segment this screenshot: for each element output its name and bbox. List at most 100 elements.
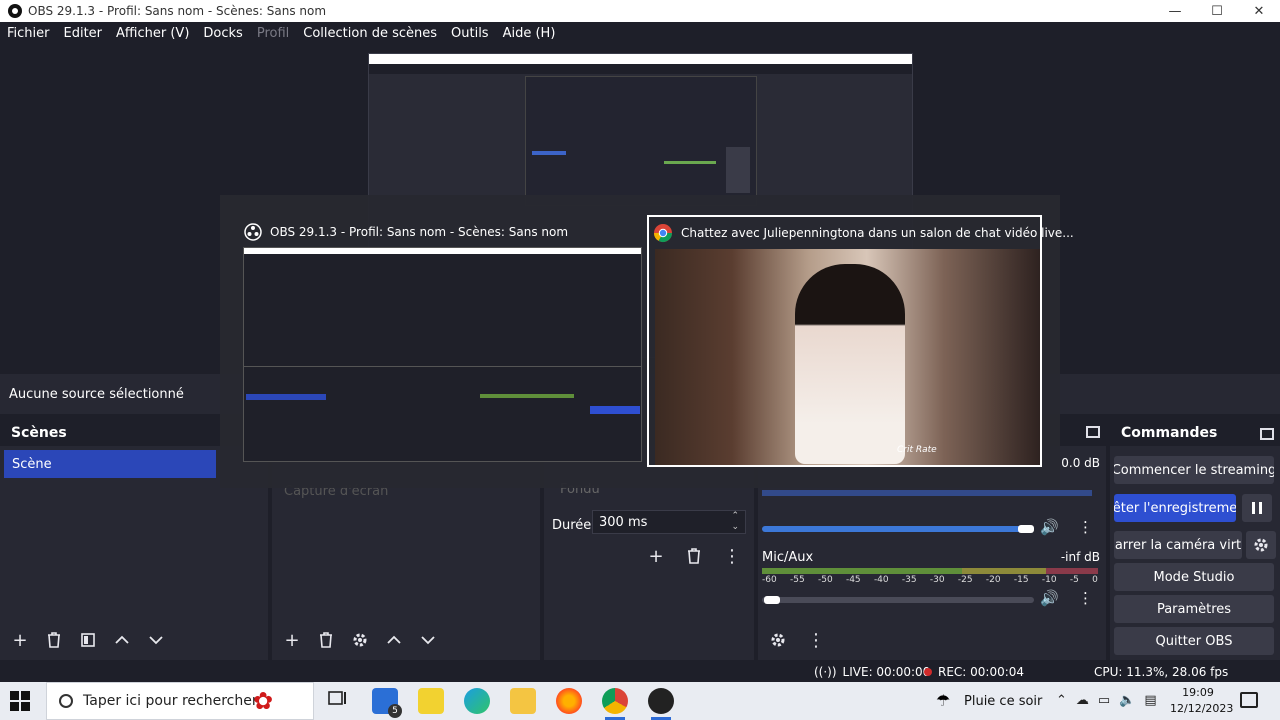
track2-volume-handle[interactable] [764,596,780,604]
menu-outils[interactable]: Outils [444,26,496,41]
track1-speaker-icon[interactable]: 🔊 [1040,518,1059,536]
remove-transition-button[interactable] [680,542,708,570]
menu-collection-scenes[interactable]: Collection de scènes [296,26,444,41]
edge-icon[interactable] [464,688,490,714]
stop-virtual-camera-button[interactable]: arrer la caméra virt [1114,531,1242,559]
obs-logo-icon [244,223,262,241]
chevron-down-icon [149,636,163,645]
preview-nested-meter [664,161,716,164]
db-tick: -40 [873,575,889,585]
video-thumbnail: Crit Rate [655,249,1040,465]
track2-volume-slider[interactable] [762,597,1034,603]
track2-menu-button[interactable]: ⋮ [1078,589,1093,607]
settings-button[interactable]: Paramètres [1114,595,1274,623]
add-scene-button[interactable]: + [6,626,34,654]
menu-afficher[interactable]: Afficher (V) [109,26,196,41]
clock-date: 12/12/2023 [1170,702,1234,715]
start-streaming-button[interactable]: Commencer le streaming [1114,456,1274,484]
search-placeholder: Taper ici pour rechercher [83,693,258,709]
duration-value: 300 ms [599,514,648,530]
chevron-up-icon[interactable]: ⌃ [1056,693,1067,708]
mixer-menu-button[interactable]: ⋮ [802,626,830,654]
preview-nested-titlebar [369,54,912,64]
detach-icon[interactable] [1260,428,1274,440]
remove-source-button[interactable] [312,626,340,654]
filter-scene-button[interactable] [74,626,102,654]
duration-label: Durée [552,518,592,533]
menu-editer[interactable]: Editer [57,26,110,41]
track2-speaker-icon[interactable]: 🔊 [1040,589,1059,607]
weather-text[interactable]: Pluie ce soir [964,694,1042,709]
studio-mode-button[interactable]: Mode Studio [1114,563,1274,591]
menu-docks[interactable]: Docks [196,26,249,41]
volume-icon[interactable]: 🔈 [1119,693,1135,708]
detach-icon[interactable] [1086,426,1100,438]
chrome-window-selected[interactable]: Chattez avec Juliepenningtona dans un sa… [647,215,1074,467]
weather-rain-icon: ☂ [936,691,951,710]
add-transition-button[interactable]: + [642,542,670,570]
battery-icon[interactable]: ▭ [1098,693,1110,708]
obs-window-thumbnail[interactable] [243,247,642,462]
track2-name: Mic/Aux [762,550,814,565]
mail-icon[interactable]: 5 [372,688,402,718]
menu-fichier[interactable]: Fichier [0,26,57,41]
quit-obs-button[interactable]: Quitter OBS [1114,627,1274,655]
scene-item[interactable]: Scène [4,450,216,478]
filter-icon [81,633,95,647]
notification-icon[interactable] [1240,692,1258,708]
track1-menu-button[interactable]: ⋮ [1078,518,1093,536]
taskbar-clock[interactable]: 19:09 12/12/2023 [1170,685,1234,717]
menu-profil[interactable]: Profil [250,26,296,41]
network-icon[interactable]: ▤ [1144,693,1156,708]
remove-scene-button[interactable] [40,626,68,654]
minimize-button[interactable]: — [1154,0,1196,22]
task-view-icon[interactable] [326,688,352,714]
move-source-down-button[interactable] [414,626,442,654]
chevron-down-icon [421,636,435,645]
move-source-up-button[interactable] [380,626,408,654]
move-scene-up-button[interactable] [108,626,136,654]
duration-input[interactable]: 300 ms ⌃ ⌄ [592,510,746,534]
mail-badge: 5 [388,704,402,718]
duration-spinner-icon[interactable]: ⌃ ⌄ [731,511,739,533]
obs-window-title[interactable]: OBS 29.1.3 - Profil: Sans nom - Scènes: … [244,223,568,241]
sticky-notes-icon[interactable] [418,688,444,714]
obs-taskbar-icon[interactable] [648,688,674,720]
rec-status: REC: 00:00:04 [924,665,1024,679]
pause-recording-button[interactable] [1242,494,1272,522]
transition-menu-button[interactable]: ⋮ [718,542,746,570]
window-title: OBS 29.1.3 - Profil: Sans nom - Scènes: … [28,4,327,18]
move-scene-down-button[interactable] [142,626,170,654]
alt-tab-switcher: OBS 29.1.3 - Profil: Sans nom - Scènes: … [220,195,1074,488]
add-source-button[interactable]: + [278,626,306,654]
windows-start-icon[interactable] [10,691,30,711]
cloud-icon[interactable]: ☁ [1076,693,1089,708]
system-tray: ⌃ ☁ ▭ 🔈 ▤ [1056,693,1157,708]
thumb-divider [244,366,641,367]
clock-time: 19:09 [1182,686,1214,699]
track2-meter-green [762,568,962,574]
record-dot-icon [924,668,932,676]
obs-window-title-text: OBS 29.1.3 - Profil: Sans nom - Scènes: … [270,225,569,239]
track1-volume-slider[interactable] [762,526,1034,532]
menu-aide[interactable]: Aide (H) [496,26,563,41]
source-properties-button[interactable] [346,626,374,654]
stop-recording-button[interactable]: êter l'enregistreme [1114,494,1236,522]
db-tick: -60 [762,575,777,585]
taskbar-search[interactable]: Taper ici pour rechercher ✿ [46,682,314,720]
pause-icon [1252,502,1262,514]
transitions-toolbar: + ⋮ [642,542,746,570]
status-bar: ((·)) LIVE: 00:00:00 REC: 00:00:04 CPU: 1… [0,660,1280,682]
db-tick: -15 [1013,575,1029,585]
track1-volume-handle[interactable] [1018,525,1034,533]
file-explorer-icon[interactable] [510,688,536,714]
preview-nested-window [525,76,757,206]
virtual-camera-settings-button[interactable] [1246,531,1276,559]
maximize-button[interactable]: ☐ [1196,0,1238,22]
db-tick: -45 [845,575,861,585]
close-button[interactable]: ✕ [1238,0,1280,22]
firefox-icon[interactable] [556,688,582,714]
chrome-taskbar-icon[interactable] [602,688,628,720]
advanced-audio-button[interactable] [764,626,792,654]
trash-icon [688,548,700,564]
